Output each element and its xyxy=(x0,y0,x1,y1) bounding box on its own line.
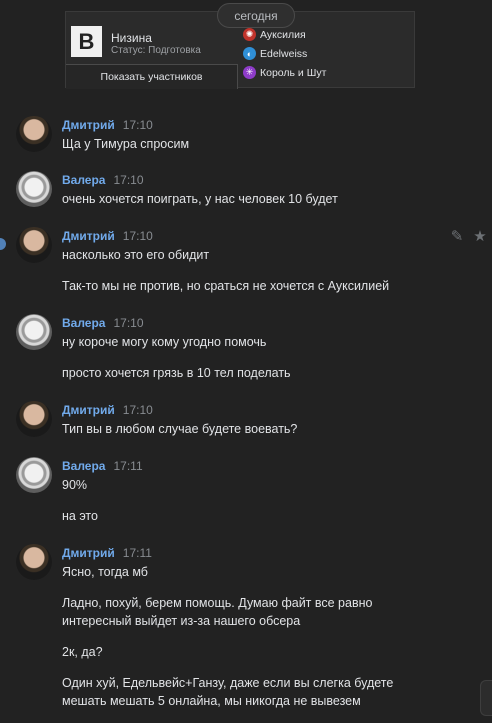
alliance-name: Edelweiss xyxy=(260,47,308,60)
message-text: Ясно, тогда мб xyxy=(62,565,148,579)
message-time[interactable]: 17:11 xyxy=(113,459,142,473)
alliance-name: Король и Шут xyxy=(260,66,327,79)
author-name[interactable]: Валера xyxy=(62,316,105,330)
message-text: насколько это его обидит xyxy=(62,248,210,262)
message-time[interactable]: 17:10 xyxy=(113,173,143,187)
author-name[interactable]: Дмитрий xyxy=(62,229,115,243)
selection-marker xyxy=(0,238,6,250)
alliance-item[interactable]: ✳ Король и Шут xyxy=(238,63,326,82)
community-info[interactable]: B Низина Статус: Подготовка xyxy=(66,12,238,64)
edelweiss-icon: ◐ xyxy=(243,47,256,60)
date-divider: сегодня xyxy=(217,3,295,28)
author-name[interactable]: Дмитрий xyxy=(62,546,115,560)
message-text: на это xyxy=(62,509,98,523)
avatar[interactable] xyxy=(16,227,52,263)
message-text: Так-то мы не против, но сраться не хочет… xyxy=(62,279,390,293)
community-logo: B xyxy=(71,26,102,57)
message-text: мешать мешать 5 онлайна, мы никогда не в… xyxy=(62,694,361,708)
message-text: Тип вы в любом случае будете воевать? xyxy=(62,422,298,436)
message-header: Валера 17:10 xyxy=(62,316,144,330)
message-time[interactable]: 17:10 xyxy=(123,403,153,417)
avatar[interactable] xyxy=(16,116,52,152)
king-and-jester-icon: ✳ xyxy=(243,66,256,79)
message-text: 90% xyxy=(62,478,88,492)
message-header: Дмитрий 17:11 xyxy=(62,546,152,560)
message-text: просто хочется грязь в 10 тел поделать xyxy=(62,366,291,380)
avatar[interactable] xyxy=(16,314,52,350)
avatar[interactable] xyxy=(16,401,52,437)
author-name[interactable]: Валера xyxy=(62,173,105,187)
auxilia-icon: ✺ xyxy=(243,28,256,41)
message-text: Ладно, похуй, берем помощь. Думаю файт в… xyxy=(62,596,373,610)
scroll-handle[interactable] xyxy=(480,680,492,716)
message-text: 2к, да? xyxy=(62,645,103,659)
avatar[interactable] xyxy=(16,171,52,207)
author-name[interactable]: Дмитрий xyxy=(62,403,115,417)
message-text: интересный выйдет из-за нашего обсера xyxy=(62,614,301,628)
message-header: Дмитрий 17:10 xyxy=(62,118,153,132)
author-name[interactable]: Валера xyxy=(62,459,105,473)
message-header: Валера 17:10 xyxy=(62,173,144,187)
message-time[interactable]: 17:10 xyxy=(123,118,153,132)
message-header: Дмитрий 17:10 xyxy=(62,403,153,417)
message-time[interactable]: 17:10 xyxy=(113,316,143,330)
alliance-name: Ауксилия xyxy=(260,28,306,41)
message-time[interactable]: 17:10 xyxy=(123,229,153,243)
show-members-button[interactable]: Показать участников xyxy=(66,64,238,89)
message-text: Ща у Тимура спросим xyxy=(62,137,190,151)
community-name: Низина xyxy=(111,31,152,45)
message-text: ну короче могу кому угодно помочь xyxy=(62,335,267,349)
message-header: Валера 17:11 xyxy=(62,459,143,473)
avatar[interactable] xyxy=(16,544,52,580)
alliance-list: ✺ Ауксилия ◐ Edelweiss ✳ Король и Шут xyxy=(238,25,326,82)
community-status: Статус: Подготовка xyxy=(111,45,201,56)
message-text: очень хочется поиграть, у нас человек 10… xyxy=(62,192,338,206)
message-header: Дмитрий 17:10 xyxy=(62,229,153,243)
avatar[interactable] xyxy=(16,457,52,493)
star-icon[interactable]: ★ xyxy=(472,229,488,245)
message-time[interactable]: 17:11 xyxy=(123,546,152,560)
pencil-icon[interactable]: ✎ xyxy=(449,229,465,245)
message-text: Один хуй, Едельвейс+Ганзу, даже если вы … xyxy=(62,676,394,690)
alliance-item[interactable]: ◐ Edelweiss xyxy=(238,44,326,63)
author-name[interactable]: Дмитрий xyxy=(62,118,115,132)
